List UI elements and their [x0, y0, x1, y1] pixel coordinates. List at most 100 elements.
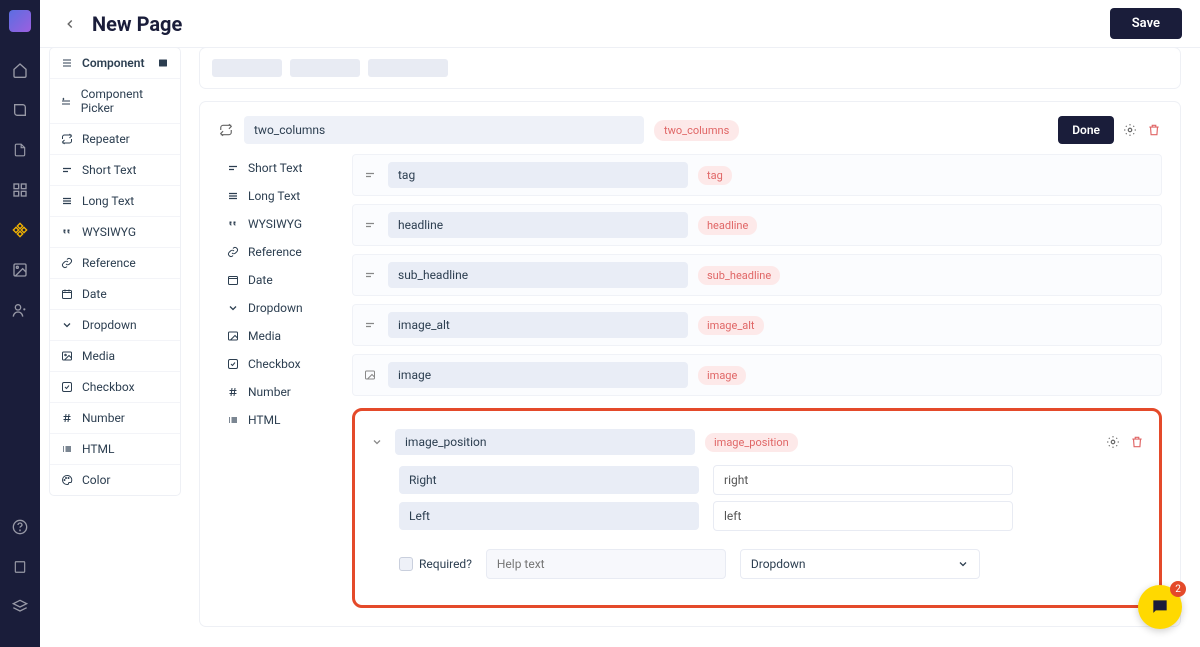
field-row[interactable]: tag tag: [352, 154, 1162, 196]
field-row[interactable]: image image: [352, 354, 1162, 396]
field-type-long-text[interactable]: Long Text: [50, 186, 180, 217]
block-fields: tag tag headline headline sub_headline: [352, 154, 1162, 608]
nav-home-icon[interactable]: [10, 60, 30, 80]
block-tag: two_columns: [654, 120, 739, 141]
field-type-component-picker[interactable]: Component Picker: [50, 79, 180, 124]
short-text-icon: [60, 163, 74, 177]
required-label: Required?: [419, 557, 472, 571]
nav-blog-icon[interactable]: [10, 100, 30, 120]
app-logo: [9, 10, 31, 32]
field-type-short-text[interactable]: Short Text: [50, 155, 180, 186]
inner-type-checkbox[interactable]: Checkbox: [218, 350, 338, 378]
field-tag: headline: [698, 216, 757, 235]
field-type-component[interactable]: Component: [50, 48, 180, 79]
inner-type-reference[interactable]: Reference: [218, 238, 338, 266]
inner-type-date[interactable]: Date: [218, 266, 338, 294]
link-icon: [60, 256, 74, 270]
block-editor: two_columns two_columns Done Short Text …: [200, 102, 1180, 626]
inner-field-palette: Short Text Long Text WYSIWYG Reference D…: [218, 154, 338, 608]
trash-icon[interactable]: [1146, 122, 1162, 138]
field-type-dropdown[interactable]: Dropdown: [50, 310, 180, 341]
short-text-icon: [362, 167, 378, 183]
done-button[interactable]: Done: [1058, 116, 1114, 144]
picker-icon: [60, 94, 73, 108]
field-name[interactable]: image_position: [395, 429, 695, 455]
nav-help-icon[interactable]: [10, 517, 30, 537]
option-value-input[interactable]: right: [713, 465, 1013, 495]
chat-badge: 2: [1170, 581, 1186, 597]
gear-icon[interactable]: [1105, 434, 1121, 450]
field-name[interactable]: headline: [388, 212, 688, 238]
dropdown-option-row: Left left: [399, 501, 1145, 531]
block-name-input[interactable]: two_columns: [244, 116, 644, 144]
inner-type-dropdown[interactable]: Dropdown: [218, 294, 338, 322]
calendar-icon: [60, 287, 74, 301]
checkbox-box: [399, 557, 413, 571]
page-title: New Page: [92, 12, 182, 36]
field-tag: sub_headline: [698, 266, 780, 285]
option-label-input[interactable]: Right: [399, 466, 699, 494]
save-button[interactable]: Save: [1110, 8, 1182, 39]
field-name[interactable]: image: [388, 362, 688, 388]
field-type-checkbox[interactable]: Checkbox: [50, 372, 180, 403]
nav-users-icon[interactable]: [10, 300, 30, 320]
repeat-icon: [218, 122, 234, 138]
field-row[interactable]: image_alt image_alt: [352, 304, 1162, 346]
image-icon: [362, 367, 378, 383]
option-value-input[interactable]: left: [713, 501, 1013, 531]
nav-layers-icon[interactable]: [10, 597, 30, 617]
short-text-icon: [362, 317, 378, 333]
field-type-reference[interactable]: Reference: [50, 248, 180, 279]
nav-media-icon[interactable]: [10, 260, 30, 280]
panel-icon: [156, 56, 170, 70]
field-name[interactable]: tag: [388, 162, 688, 188]
field-type-media[interactable]: Media: [50, 341, 180, 372]
field-tag: image_position: [705, 433, 798, 452]
field-type-wysiwyg[interactable]: WYSIWYG: [50, 217, 180, 248]
gear-icon[interactable]: [1122, 122, 1138, 138]
field-name[interactable]: sub_headline: [388, 262, 688, 288]
nav-page-icon[interactable]: [10, 140, 30, 160]
code-icon: [60, 442, 74, 456]
field-type-select[interactable]: Dropdown: [740, 549, 980, 579]
field-type-value: Dropdown: [751, 557, 806, 571]
rail-nav: [0, 0, 40, 647]
checkbox-icon: [60, 380, 74, 394]
dropdown-option-row: Right right: [399, 465, 1145, 495]
field-type-color[interactable]: Color: [50, 465, 180, 495]
chevron-down-icon: [60, 318, 74, 332]
field-name[interactable]: image_alt: [388, 312, 688, 338]
trash-icon[interactable]: [1129, 434, 1145, 450]
chat-fab[interactable]: 2: [1138, 585, 1182, 629]
nav-docs-icon[interactable]: [10, 557, 30, 577]
field-tag: tag: [698, 166, 732, 185]
inner-type-wysiwyg[interactable]: WYSIWYG: [218, 210, 338, 238]
inner-type-html[interactable]: HTML: [218, 406, 338, 434]
short-text-icon: [362, 217, 378, 233]
field-tag: image: [698, 366, 746, 385]
field-type-html[interactable]: HTML: [50, 434, 180, 465]
field-type-number[interactable]: Number: [50, 403, 180, 434]
topbar: New Page Save: [40, 0, 1200, 48]
collapsed-block-row[interactable]: [200, 48, 1180, 88]
expanded-field-editor: image_position image_position: [352, 408, 1162, 608]
field-row[interactable]: headline headline: [352, 204, 1162, 246]
inner-type-short-text[interactable]: Short Text: [218, 154, 338, 182]
nav-grid-icon[interactable]: [10, 180, 30, 200]
nav-components-icon[interactable]: [10, 220, 30, 240]
inner-type-media[interactable]: Media: [218, 322, 338, 350]
inner-type-long-text[interactable]: Long Text: [218, 182, 338, 210]
back-button[interactable]: [58, 12, 82, 36]
chevron-down-icon[interactable]: [369, 434, 385, 450]
option-label-input[interactable]: Left: [399, 502, 699, 530]
field-type-palette: Component Component Picker Repeater Shor…: [50, 48, 180, 495]
chevron-down-icon: [957, 558, 969, 570]
quote-icon: [60, 225, 74, 239]
help-text-input[interactable]: [486, 549, 726, 579]
field-type-repeater[interactable]: Repeater: [50, 124, 180, 155]
inner-type-number[interactable]: Number: [218, 378, 338, 406]
field-row[interactable]: sub_headline sub_headline: [352, 254, 1162, 296]
required-checkbox[interactable]: Required?: [399, 557, 472, 571]
repeat-icon: [60, 132, 74, 146]
field-type-date[interactable]: Date: [50, 279, 180, 310]
